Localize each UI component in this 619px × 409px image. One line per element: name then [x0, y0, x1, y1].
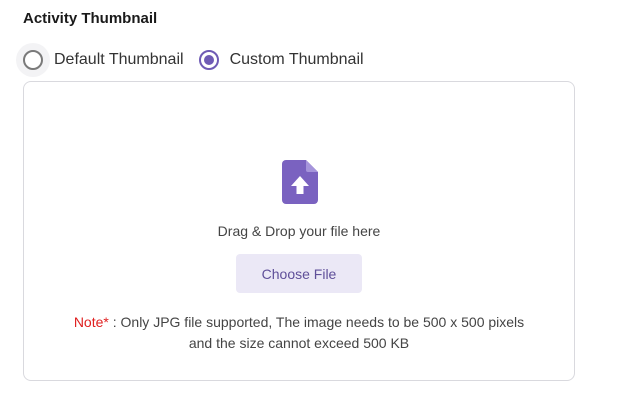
file-requirements-note: Note* : Only JPG file supported, The ima…: [24, 312, 574, 354]
default-thumbnail-label[interactable]: Default Thumbnail: [54, 51, 184, 69]
note-line-1: Note* : Only JPG file supported, The ima…: [24, 312, 574, 333]
default-thumbnail-option[interactable]: Default Thumbnail: [16, 43, 184, 77]
default-thumbnail-radio[interactable]: [23, 50, 43, 70]
choose-file-button[interactable]: Choose File: [236, 254, 362, 293]
custom-thumbnail-label[interactable]: Custom Thumbnail: [230, 51, 364, 69]
note-line-1-text: : Only JPG file supported, The image nee…: [108, 314, 525, 330]
file-upload-icon: [282, 160, 318, 204]
custom-thumbnail-option[interactable]: Custom Thumbnail: [192, 43, 364, 77]
note-line-2: and the size cannot exceed 500 KB: [188, 335, 410, 351]
section-title: Activity Thumbnail: [23, 10, 158, 27]
custom-thumbnail-radio-halo: [192, 43, 226, 77]
custom-thumbnail-radio[interactable]: [198, 50, 219, 70]
note-prefix: Note*: [73, 314, 109, 330]
thumbnail-type-radio-group: Default Thumbnail Custom Thumbnail: [16, 42, 364, 78]
radio-selected-dot: [203, 55, 214, 65]
default-thumbnail-radio-halo: [16, 43, 50, 77]
drag-drop-text: Drag & Drop your file here: [217, 223, 381, 239]
file-dropzone[interactable]: Drag & Drop your file here Choose File N…: [23, 81, 575, 381]
